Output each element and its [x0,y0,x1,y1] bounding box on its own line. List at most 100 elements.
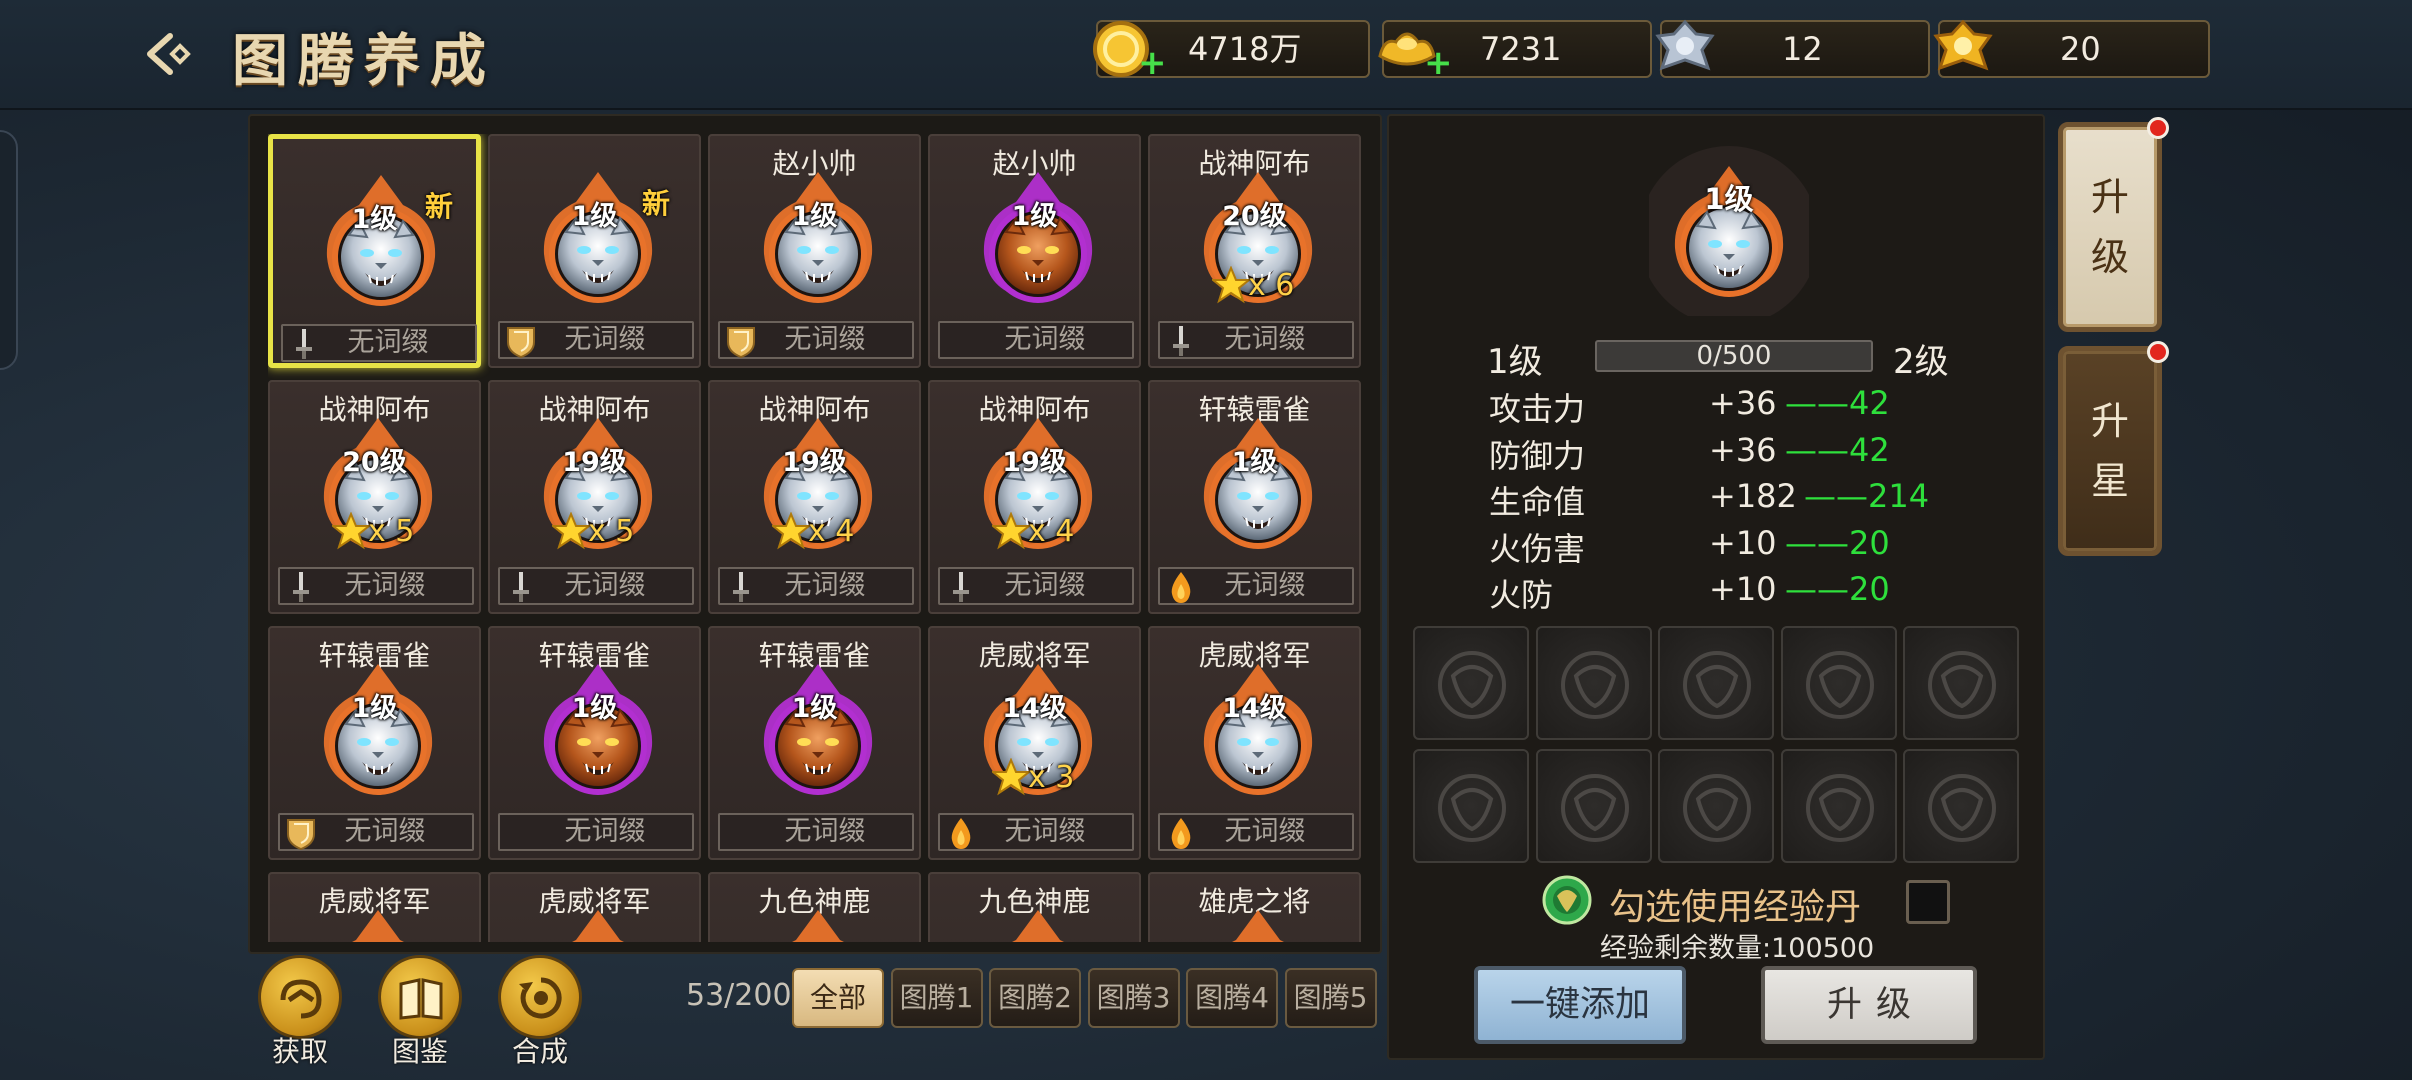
totem-card[interactable]: 赵小帅 1级 无词缀 [708,134,921,368]
next-level-label: 2级 [1893,342,1949,382]
stat-current: +36 [1709,430,1777,469]
totem-grid[interactable]: 1级新无词缀 1级新无词缀赵小帅 1级无词缀赵小帅 1级无词缀战神阿布 [268,134,1368,942]
affix-slot: 无词缀 [498,813,694,851]
exp-material-slot[interactable] [1658,749,1774,863]
totem-level: 20级 [1222,201,1287,232]
top-bar: 图腾养成 +4718万 +7231 12 20 [0,0,2412,110]
totem-level: 19级 [562,447,627,478]
totem-level: 19级 [1002,447,1067,478]
filter-tab-5[interactable]: 图腾4 [1186,968,1278,1028]
star-count: x 4 [808,514,855,549]
star-icon [772,512,810,550]
exp-material-slot[interactable] [1413,749,1529,863]
bottom-button-2[interactable] [378,955,462,1039]
totem-card[interactable]: 虎威将军 14级 x 3 无词缀 [928,626,1141,860]
totem-card[interactable]: 虎威将军 [488,872,701,942]
xp-progress-text: 0/500 [1696,341,1772,371]
add-resource-icon[interactable]: + [1424,46,1453,80]
add-all-button[interactable]: 一键添加 [1474,966,1686,1044]
stat-current: +182 [1709,477,1797,515]
filter-tab-6[interactable]: 图腾5 [1284,968,1377,1028]
use-exp-pill-checkbox[interactable] [1906,880,1950,924]
bottom-button-label: 获取 [271,1035,328,1068]
filter-tab-1[interactable]: 全部 [792,968,884,1028]
silver-beast-totem-icon [1203,418,1313,549]
totem-card[interactable]: 轩辕雷雀 1级 无词缀 [708,626,921,860]
totem-card[interactable]: 九色神鹿 [708,872,921,942]
codex-icon [399,978,443,1020]
totem-card[interactable]: 战神阿布 19级 x 5 无词缀 [488,380,701,614]
bottom-button-1[interactable] [258,955,342,1039]
totem-level: 20级 [342,447,407,478]
totem-card[interactable]: 战神阿布 19级 x 4 无词缀 [708,380,921,614]
star-count: x 4 [1028,514,1075,549]
totem-card[interactable]: 战神阿布 19级 x 4 无词缀 [928,380,1141,614]
exp-material-slot[interactable] [1903,749,2019,863]
exp-material-slot[interactable] [1535,749,1652,863]
totem-card[interactable]: 战神阿布 20级 x 6 无词缀 [1148,134,1361,368]
page-title: 图腾养成 [232,28,496,94]
exp-material-slot[interactable] [1903,626,2019,740]
upgrade-button[interactable]: 升级 [1761,966,1977,1044]
exp-remaining-text: 经验剩余数量:100500 [1600,933,1875,964]
xp-progress-bar: 0/500 [1595,340,1873,372]
empty-slot-emblem-icon [1683,774,1751,842]
affix-slot: 无词缀 [278,813,474,851]
totem-card[interactable]: 赵小帅 1级 无词缀 [928,134,1141,368]
back-button[interactable] [140,22,204,86]
exp-material-slot[interactable] [1780,626,1897,740]
totem-card[interactable]: 九色神鹿 [928,872,1141,942]
resource-2[interactable]: +7231 [1378,20,1652,80]
silver-badge-icon [1655,19,1715,71]
affix-slot: 无词缀 [1158,813,1354,851]
star-icon [1212,266,1250,304]
affix-slot: 无词缀 [498,567,694,605]
totem-level: 1级 [1011,201,1058,232]
filter-tab-3[interactable]: 图腾2 [989,968,1081,1028]
affix-slot: 无词缀 [938,321,1134,359]
exp-material-slot[interactable] [1658,626,1774,740]
totem-card[interactable]: 轩辕雷雀 1级 无词缀 [268,626,481,860]
side-tab-label: 升 星 [2090,399,2129,503]
resource-4: 20 [1933,19,2210,78]
exp-material-slot[interactable] [1780,749,1897,863]
empty-slot-emblem-icon [1438,774,1506,842]
totem-card[interactable]: 虎威将军 [268,872,481,942]
detail-panel: 1级 1级 0/500 2级 攻击力 +36 ——42 防御力 +36 ——42 生命值 +1… [1387,114,2045,1060]
totem-level: 1级 [1231,447,1278,478]
side-tab-1[interactable]: 升 级 [2058,117,2169,332]
exp-material-slot[interactable] [1535,626,1652,740]
filter-tab-4[interactable]: 图腾3 [1087,968,1180,1028]
star-icon [552,512,590,550]
star-count: x 3 [1028,760,1075,795]
totem-level: 14级 [1222,693,1287,724]
totem-level: 1级 [571,693,618,724]
bottom-button-label: 合成 [511,1035,568,1068]
affix-slot: 无词缀 [718,321,914,359]
exp-material-slot[interactable] [1413,626,1529,740]
totem-level: 1级 [351,693,398,724]
resource-1[interactable]: +4718万 [1093,20,1370,80]
star-count: x 5 [588,514,635,549]
totem-card[interactable]: 轩辕雷雀 1级 无词缀 [1148,380,1361,614]
totem-card[interactable]: 1级新无词缀 [488,134,701,368]
affix-text: 无词缀 [784,324,866,355]
totem-card[interactable]: 轩辕雷雀 1级 无词缀 [488,626,701,860]
totem-card[interactable]: 雄虎之将 [1148,872,1361,942]
silver-beast-totem-icon [763,172,873,303]
silver-beast-totem-icon [352,910,404,942]
star-icon [992,512,1030,550]
left-edge-tab[interactable] [0,130,18,370]
totem-card[interactable]: 战神阿布 20级 x 5 无词缀 [268,380,481,614]
acquire-icon [280,979,322,1019]
add-resource-icon[interactable]: + [1138,46,1167,80]
notification-dot [2147,117,2169,139]
new-badge: 新 [425,190,454,223]
stat-name: 火防 [1489,576,1554,614]
totem-card[interactable]: 1级新无词缀 [268,134,481,368]
filter-tab-2[interactable]: 图腾1 [890,968,983,1028]
totem-card[interactable]: 虎威将军 14级 无词缀 [1148,626,1361,860]
side-tab-2[interactable]: 升 星 [2058,341,2169,556]
star-count: x 6 [1248,268,1295,303]
bottom-button-3[interactable] [498,955,582,1039]
